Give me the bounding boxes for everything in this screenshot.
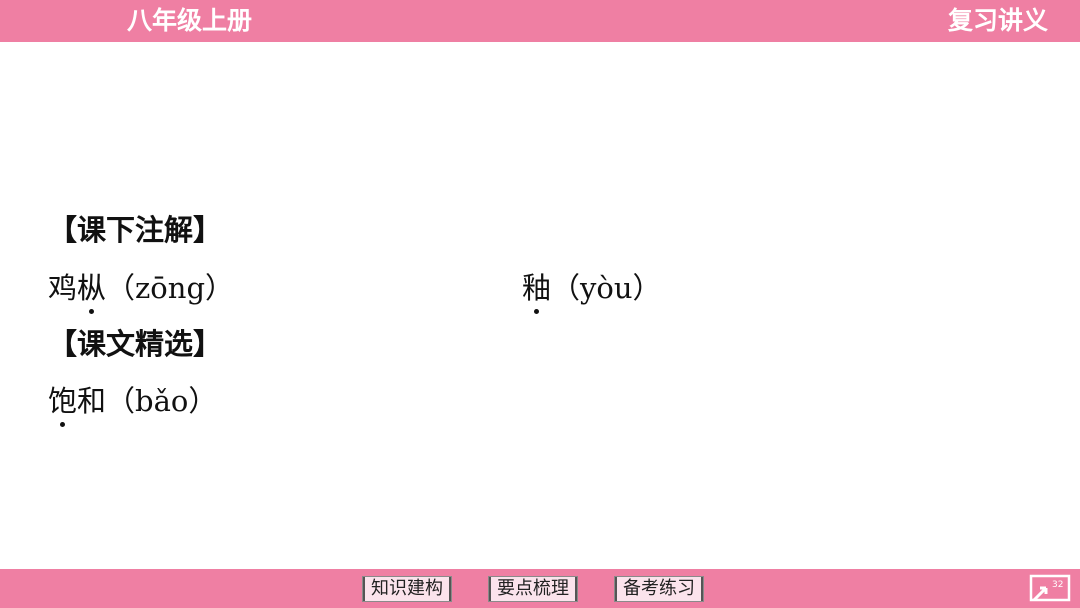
nav-keypoints-button[interactable]: 要点梳理 <box>488 576 578 602</box>
vocab-pinyin: （zōng） <box>106 271 235 305</box>
section-heading-notes: 【课下注解】 <box>48 213 223 247</box>
page-number-icon[interactable]: 32 <box>1028 574 1072 602</box>
vocab-char: 鸡 <box>48 271 78 305</box>
vocab-pinyin: （yòu） <box>551 271 662 305</box>
vocab-dotted-char: 釉 <box>522 271 552 314</box>
section-heading-selection: 【课文精选】 <box>48 327 223 361</box>
vocab-pinyin: 和（bǎo） <box>77 384 218 418</box>
nav-knowledge-button[interactable]: 知识建构 <box>362 576 452 602</box>
footer-bar: 知识建构 要点梳理 备考练习 32 <box>0 569 1080 608</box>
vocab-entry: 饱和（bǎo） <box>48 383 218 427</box>
nav-practice-button[interactable]: 备考练习 <box>614 576 704 602</box>
vocab-dotted-char: 饱 <box>48 384 78 427</box>
main-content: 【课下注解】 鸡枞（zōng） 釉（yòu） 【课文精选】 饱和（bǎo） <box>0 0 1080 608</box>
vocab-entry: 釉（yòu） <box>522 270 662 314</box>
page-number: 32 <box>1052 580 1063 590</box>
vocab-entry: 鸡枞（zōng） <box>48 270 235 314</box>
vocab-dotted-char: 枞 <box>77 271 107 314</box>
